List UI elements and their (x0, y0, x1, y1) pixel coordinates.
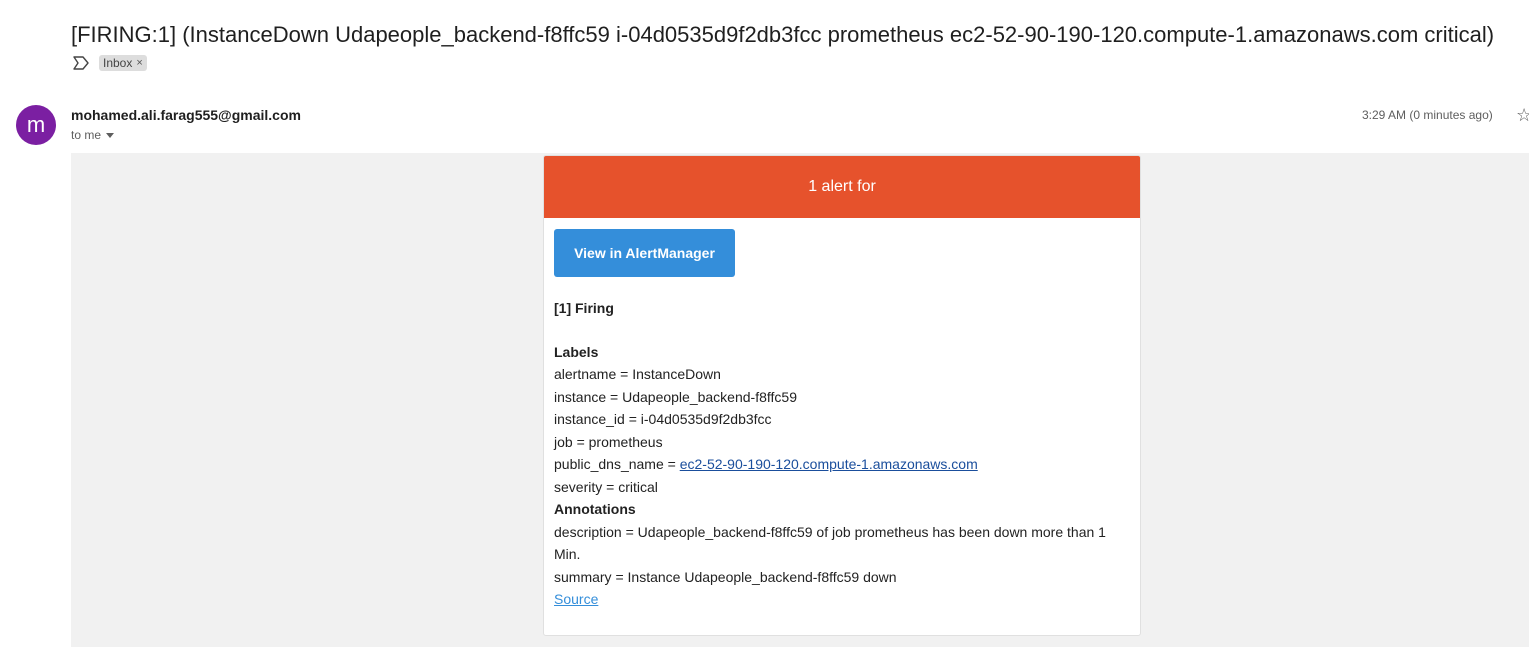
recipient-label: to me (71, 128, 102, 142)
important-label-icon[interactable] (71, 53, 91, 73)
email-timestamp: 3:29 AM (0 minutes ago) (1362, 108, 1493, 122)
remove-label-icon[interactable]: × (136, 55, 142, 71)
label-row: Inbox × (71, 53, 147, 73)
alert-header: 1 alert for (544, 156, 1140, 218)
label-public-dns-name: public_dns_name = ec2-52-90-190-120.comp… (554, 453, 1130, 476)
avatar[interactable]: m (16, 105, 56, 145)
labels-heading: Labels (554, 343, 599, 360)
firing-heading: [1] Firing (554, 300, 614, 316)
email-subject: [FIRING:1] (InstanceDown Udapeople_backe… (71, 22, 1495, 47)
label-instance: instance = Udapeople_backend-f8ffc59 (554, 388, 797, 405)
annotation-summary: summary = Instance Udapeople_backend-f8f… (554, 568, 897, 585)
annotation-description: description = Udapeople_backend-f8ffc59 … (554, 523, 1106, 563)
inbox-label-text: Inbox (103, 56, 133, 70)
label-alertname: alertname = InstanceDown (554, 366, 721, 382)
public-dns-name-key: public_dns_name = (554, 456, 680, 472)
label-job: job = prometheus (554, 433, 663, 450)
label-severity: severity = critical (554, 478, 658, 495)
inbox-label-chip[interactable]: Inbox × (99, 55, 147, 71)
label-instance-id: instance_id = i-04d0535d9f2db3fcc (554, 411, 772, 427)
alert-card: 1 alert for View in AlertManager [1] Fir… (543, 155, 1141, 636)
alert-body: View in AlertManager [1] Firing Labels a… (544, 218, 1140, 611)
view-in-alertmanager-button[interactable]: View in AlertManager (554, 229, 735, 277)
source-link[interactable]: Source (554, 591, 598, 607)
public-dns-name-link[interactable]: ec2-52-90-190-120.compute-1.amazonaws.co… (680, 456, 978, 472)
annotations-heading: Annotations (554, 501, 636, 517)
star-icon[interactable]: ☆ (1516, 104, 1529, 126)
sender-email[interactable]: mohamed.ali.farag555@gmail.com (71, 106, 301, 124)
recipient-details-toggle[interactable]: to me (71, 127, 115, 143)
chevron-down-icon[interactable] (106, 132, 115, 138)
